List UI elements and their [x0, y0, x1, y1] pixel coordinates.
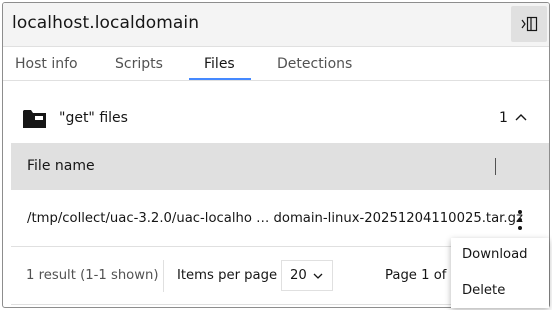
menu-item-download[interactable]: Download: [462, 247, 528, 262]
tab-scripts[interactable]: Scripts: [115, 48, 163, 81]
items-per-page-value: 20: [290, 268, 307, 283]
chevron-up-icon[interactable]: [515, 113, 527, 121]
table-header: File name: [11, 143, 549, 190]
panel-title: localhost.localdomain: [12, 13, 200, 33]
pagination-result-text: 1 result (1-1 shown): [26, 268, 159, 283]
side-panel-close-icon: [521, 16, 538, 32]
chevron-down-icon: [313, 273, 323, 279]
items-per-page-select[interactable]: 20: [281, 260, 333, 291]
tab-files[interactable]: Files: [204, 48, 235, 81]
column-header-file-name[interactable]: File name: [27, 158, 95, 174]
tab-host-info[interactable]: Host info: [15, 48, 78, 81]
items-per-page-label: Items per page: [177, 268, 278, 283]
collapse-panel-button[interactable]: [511, 6, 547, 42]
tab-detections[interactable]: Detections: [277, 48, 352, 81]
menu-item-delete[interactable]: Delete: [462, 283, 505, 298]
file-name-cell: /tmp/collect/uac-3.2.0/uac-localho … dom…: [27, 211, 523, 226]
column-resize-handle[interactable]: [495, 158, 496, 175]
folder-icon: [23, 110, 46, 128]
page-indicator: Page 1 of 1: [385, 268, 459, 283]
overflow-menu-icon[interactable]: [517, 210, 523, 230]
panel-header: localhost.localdomain: [3, 3, 549, 47]
pagination-divider: [163, 260, 164, 292]
tab-list: Host info Scripts Files Detections: [3, 48, 549, 81]
get-files-section-header[interactable]: "get" files 1: [3, 83, 549, 143]
overflow-menu: Download Delete: [451, 238, 549, 308]
file-count: 1: [499, 110, 508, 126]
section-title: "get" files: [59, 110, 128, 126]
active-tab-indicator: [189, 78, 251, 80]
